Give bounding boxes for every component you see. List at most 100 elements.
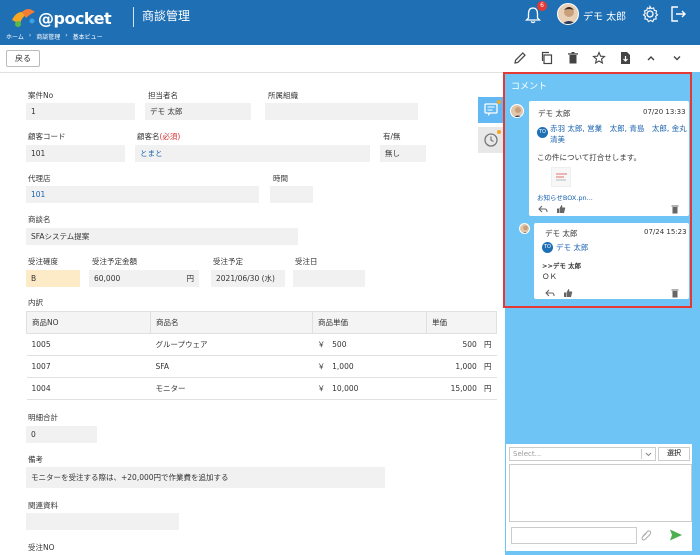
comment-text: ＯＫ (542, 272, 557, 281)
select-divider (641, 449, 642, 459)
owner-label: 担当者名 (148, 91, 178, 100)
comment-textarea[interactable] (509, 464, 692, 522)
order-no-label: 受注NO (28, 543, 55, 552)
pencil-icon[interactable] (513, 51, 527, 65)
app-logo[interactable]: @pocket (38, 9, 112, 28)
cell-product-name: グループウェア (150, 333, 313, 356)
reply-icon[interactable] (545, 288, 555, 298)
comment-quote: >>デモ 太郎 (542, 262, 582, 270)
col-product-price: 商品単価 (312, 311, 427, 334)
period-field[interactable] (270, 186, 313, 203)
star-icon[interactable] (592, 51, 606, 65)
recipient-select[interactable]: Select... (509, 447, 656, 461)
accuracy-field[interactable]: B (26, 270, 80, 287)
delete-comment-icon[interactable] (670, 204, 680, 214)
comment-panel-title: コメント (511, 82, 548, 92)
customer-name-label: 顧客名(必須) (137, 131, 180, 142)
top-header: @pocket 商談管理 ホーム › 商談管理 › 基本ビュー 6 デモ 太郎 (0, 0, 700, 45)
breadcrumb-home[interactable]: ホーム (6, 32, 24, 41)
cell-product-price: ￥ 10,000 (312, 377, 427, 400)
gear-icon[interactable] (641, 5, 659, 23)
flag-label: 有/無 (383, 132, 401, 141)
price-value: 500 (332, 340, 347, 349)
table-row[interactable]: 1005 グループウェア ￥ 500 500 円 (26, 333, 497, 356)
cell-unit-price: 15,000 円 (426, 377, 497, 400)
delete-comment-icon[interactable] (670, 288, 680, 298)
comment-author: デモ 太郎 (545, 229, 578, 238)
notification-badge: 6 (537, 1, 547, 11)
required-mark: (必須) (159, 132, 181, 141)
to-badge: TO (537, 127, 548, 138)
owner-field[interactable]: デモ 太郎 (145, 103, 251, 120)
cell-unit-price: 500 円 (426, 333, 497, 356)
select-recipient-button[interactable]: 選択 (658, 447, 690, 461)
breadcrumb-view: 基本ビュー (72, 34, 103, 41)
comment-recipients[interactable]: 赤羽 太郎, 営業 太郎, 青島 太郎, 金丸清美 (550, 123, 688, 145)
yen-label: 円 (484, 384, 492, 393)
chevron-down-icon (645, 452, 652, 457)
flag-field[interactable]: 無し (380, 145, 426, 162)
cell-product-no: 1004 (26, 377, 151, 400)
message-input[interactable] (511, 527, 637, 544)
to-badge: TO (542, 242, 553, 253)
deal-name-field[interactable]: SFAシステム提案 (26, 228, 298, 245)
attachment-thumbnail[interactable] (551, 167, 571, 187)
logout-icon[interactable] (669, 5, 687, 23)
price-value: 10,000 (332, 384, 359, 393)
attachment-link[interactable]: お知らせBOX.pn... (537, 192, 593, 202)
cell-product-price: ￥ 500 (312, 333, 427, 356)
like-icon[interactable] (563, 288, 573, 298)
case-no-field[interactable]: 1 (26, 103, 135, 120)
copy-icon[interactable] (540, 51, 554, 65)
table-row[interactable]: 1007 SFA ￥ 1,000 1,000 円 (26, 355, 497, 378)
cell-product-name: SFA (150, 355, 313, 378)
comment-avatar[interactable] (519, 223, 530, 234)
attach-icon[interactable] (640, 530, 652, 541)
total-field[interactable]: 0 (26, 426, 97, 443)
comment-time: 07/20 13:33 (643, 108, 686, 116)
comment-recipients[interactable]: デモ 太郎 (556, 242, 588, 253)
customer-code-label: 顧客コード (28, 132, 66, 141)
accuracy-label: 受注確度 (28, 257, 58, 266)
order-date-field[interactable] (293, 270, 365, 287)
period-label: 時間 (273, 174, 288, 183)
planned-date-field[interactable]: 2021/06/30 (水) (211, 270, 285, 287)
details-label: 内訳 (28, 298, 43, 307)
org-field[interactable] (265, 103, 418, 120)
trash-icon[interactable] (566, 51, 580, 65)
breadcrumb: ホーム › 商談管理 › 基本ビュー (6, 32, 103, 41)
notes-field[interactable]: モニターを受注する際は、+20,000円で作業費を追加する (26, 467, 385, 488)
comment-text: この件について打合せします。 (537, 153, 642, 162)
clock-icon (484, 130, 501, 147)
export-icon[interactable] (618, 51, 632, 65)
details-header-row: 商品NO 商品名 商品単価 単価 (26, 311, 497, 334)
reply-icon[interactable] (538, 204, 548, 214)
side-tab-strip (478, 97, 504, 155)
customer-code-field[interactable]: 101 (26, 145, 125, 162)
customer-name-label-text: 顧客名 (137, 132, 160, 141)
amount-unit: 円 (186, 274, 195, 283)
send-icon[interactable] (669, 528, 683, 542)
breadcrumb-separator: › (65, 32, 68, 39)
user-avatar[interactable] (557, 3, 579, 25)
tab-history[interactable] (478, 127, 504, 153)
customer-name-field[interactable]: とまと (135, 145, 370, 162)
breadcrumb-deals[interactable]: 商談管理 (36, 32, 60, 41)
chevron-down-icon[interactable] (670, 51, 684, 65)
tab-comments[interactable] (478, 97, 504, 123)
amount-field[interactable]: 60,000 円 (89, 270, 199, 287)
record-toolbar: 戻る (0, 45, 700, 73)
col-product-name: 商品名 (150, 311, 313, 334)
table-row[interactable]: 1004 モニター ￥ 10,000 15,000 円 (26, 377, 497, 400)
user-name[interactable]: デモ 太郎 (583, 8, 626, 23)
case-no-label: 案件No (28, 91, 54, 100)
order-date-label: 受注日 (295, 257, 318, 266)
agency-label: 代理店 (28, 174, 51, 183)
cell-unit-price: 1,000 円 (426, 355, 497, 378)
agency-field[interactable]: 101 (26, 186, 259, 203)
chevron-up-icon[interactable] (644, 51, 658, 65)
back-button[interactable]: 戻る (6, 50, 40, 67)
comment-avatar[interactable] (510, 104, 524, 118)
related-field[interactable] (26, 513, 179, 530)
like-icon[interactable] (556, 204, 566, 214)
